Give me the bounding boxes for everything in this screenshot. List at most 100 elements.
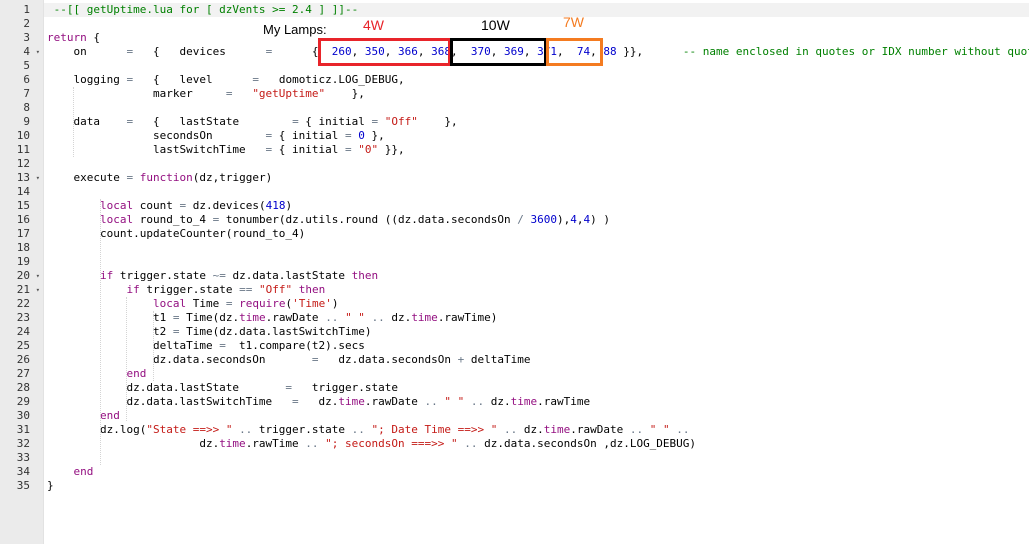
code-token: dz.devices( [186, 199, 266, 212]
code-token: end [126, 367, 147, 380]
code-token: { level [133, 73, 253, 86]
code-token: .rawTime [537, 395, 591, 408]
line-number-text: 13 [16, 171, 30, 184]
code-token: .. [424, 395, 438, 408]
line-number-text: 23 [16, 311, 30, 324]
line-number-text: 28 [16, 381, 30, 394]
code-token: "State ==>> " [146, 423, 233, 436]
code-token: t1.compare(t2).secs [225, 339, 365, 352]
code-line: end [47, 409, 1029, 423]
line-number: 19 [0, 255, 43, 269]
fold-arrow-icon[interactable]: ▾ [36, 283, 40, 297]
code-token: round_to_4 [133, 213, 213, 226]
line-number: 23 [0, 311, 43, 325]
fold-arrow-icon[interactable]: ▾ [36, 45, 40, 59]
line-number-text: 26 [16, 353, 30, 366]
line-number: 2 [0, 17, 43, 31]
code-token: tonumber(dz.utils.round ((dz.data.second… [219, 213, 518, 226]
code-token: ) [285, 199, 293, 212]
code-token: = [311, 353, 319, 366]
code-line: ​ [47, 451, 1029, 465]
code-token: Time(dz.data.lastSwitchTime) [179, 325, 372, 338]
code-token: time [338, 395, 365, 408]
line-number: 29 [0, 395, 43, 409]
code-token: .. [351, 423, 365, 436]
code-line: secondsOn = { initial = 0 }, [47, 129, 1029, 143]
code-token: time [239, 311, 266, 324]
line-number-text: 14 [16, 185, 30, 198]
code-token: 418 [265, 199, 286, 212]
code-editor[interactable]: --[[ getUptime.lua for [ dzVents >= 2.4 … [47, 3, 1029, 493]
line-number: 35 [0, 479, 43, 493]
code-line: marker = "getUptime" }, [47, 87, 1029, 101]
code-line: } [47, 479, 1029, 493]
line-number-text: 18 [16, 241, 30, 254]
code-line: local count = dz.devices(418) [47, 199, 1029, 213]
code-token: 0 [358, 129, 365, 142]
code-token: }, [364, 129, 385, 142]
code-token: dz.data.secondsOn [47, 353, 312, 366]
line-number-text: 11 [16, 143, 30, 156]
box-7w-lamps [546, 38, 603, 66]
code-line: lastSwitchTime = { initial = "0" }}, [47, 143, 1029, 157]
indent-guide [100, 199, 101, 465]
code-line: if trigger.state ~= dz.data.lastState th… [47, 269, 1029, 283]
code-line: dz.data.lastSwitchTime = dz.time.rawDate… [47, 395, 1029, 409]
code-token: time [411, 311, 438, 324]
line-number-text: 8 [23, 101, 30, 114]
code-line: ​ [47, 255, 1029, 269]
line-number-text: 29 [16, 395, 30, 408]
code-line: t2 = Time(dz.data.lastSwitchTime) [47, 325, 1029, 339]
line-number-text: 10 [16, 129, 30, 142]
code-line: dz.data.secondsOn = dz.data.secondsOn + … [47, 353, 1029, 367]
code-token: { [86, 31, 100, 44]
code-token: = [345, 143, 352, 156]
code-token: .rawTime) [437, 311, 498, 324]
line-number: 21 ▾ [0, 283, 43, 297]
code-token: { initial [272, 143, 346, 156]
box-10w-lamps [450, 38, 547, 66]
code-token: } [47, 479, 54, 492]
line-number: 1 [0, 3, 43, 17]
code-token: .. [676, 423, 690, 436]
code-token: }}, [616, 45, 683, 58]
code-token: { initial [298, 115, 372, 128]
code-token: end [99, 409, 120, 422]
code-token: deltaTime [47, 339, 220, 352]
code-token: = [219, 339, 226, 352]
code-token: " " [345, 311, 365, 324]
code-line: dz.data.lastState = trigger.state [47, 381, 1029, 395]
line-number: 31 [0, 423, 43, 437]
code-token: domoticz.LOG_DEBUG, [258, 73, 405, 86]
code-token: .rawTime [245, 437, 306, 450]
code-token: }, [325, 87, 365, 100]
code-token: = [292, 395, 299, 408]
code-token: "Off" [384, 115, 418, 128]
line-number: 10 [0, 129, 43, 143]
code-token: count.updateCounter(round_to_4) [47, 227, 306, 240]
line-number-text: 12 [16, 157, 30, 170]
fold-arrow-icon[interactable]: ▾ [36, 269, 40, 283]
line-number-text: 30 [16, 409, 30, 422]
line-number-text: 33 [16, 451, 30, 464]
line-number-text: 25 [16, 339, 30, 352]
line-number: 30 [0, 409, 43, 423]
code-token: lastSwitchTime [47, 143, 266, 156]
code-token: if [126, 283, 140, 296]
line-number: 25 [0, 339, 43, 353]
line-number-text: 27 [16, 367, 30, 380]
label-4w: 4W [363, 17, 384, 33]
code-token: 'Time' [292, 297, 332, 310]
code-line: ​ [47, 101, 1029, 115]
code-token: -- name enclosed in quotes or IDX number… [682, 45, 1029, 58]
code-token: 3600 [530, 213, 557, 226]
my-lamps-label: My Lamps: [263, 22, 327, 37]
fold-arrow-icon[interactable]: ▾ [36, 171, 40, 185]
code-token: (dz,trigger) [192, 171, 273, 184]
code-token: = [252, 73, 259, 86]
code-token: trigger.state [292, 381, 399, 394]
